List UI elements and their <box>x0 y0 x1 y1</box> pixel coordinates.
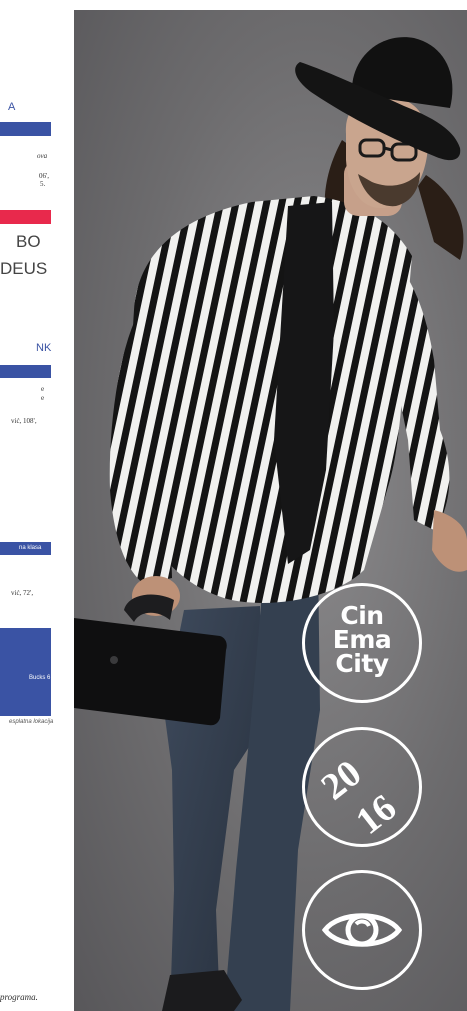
cinemacity-logo-badge: Cin Ema City <box>302 583 422 703</box>
cinemacity-wordmark: Cin Ema City <box>305 603 419 678</box>
bar-label: na klasa <box>19 545 42 551</box>
footer-text: programa. <box>0 992 38 1002</box>
section-bar <box>0 365 51 378</box>
section-bar-red <box>0 210 51 224</box>
program-text: e <box>41 385 45 393</box>
eye-icon <box>321 913 403 947</box>
film-title-fragment: BO <box>16 232 41 251</box>
program-heading-fragment: NK <box>36 342 52 354</box>
program-text: ova <box>37 152 48 160</box>
film-title-fragment: DEUS <box>0 259 48 278</box>
section-bar <box>0 122 51 136</box>
program-text: vić, 108', <box>11 417 37 425</box>
year-emblem: 20 16 <box>314 752 405 843</box>
man-photo <box>74 37 467 1011</box>
program-text: 5. <box>40 180 46 188</box>
section-bar: na klasa <box>0 542 51 555</box>
program-text: 06', <box>39 172 50 180</box>
eye-badge <box>302 870 422 990</box>
program-heading-fragment: A <box>8 101 16 113</box>
info-box: Bucks 6 <box>0 628 51 716</box>
program-text: vić, 72', <box>11 589 34 597</box>
note-text: esplatna lokacija <box>9 719 54 725</box>
photo-panel: Cin Ema City 20 16 <box>74 10 467 1011</box>
wordmark-line: City <box>335 649 389 678</box>
year-badge: 20 16 <box>302 727 422 847</box>
program-text: e <box>41 394 45 402</box>
program-column: A ova 06', 5. BO DEUS NK e e vić, 108', … <box>0 0 60 1011</box>
info-box-label: Bucks 6 <box>29 675 51 681</box>
